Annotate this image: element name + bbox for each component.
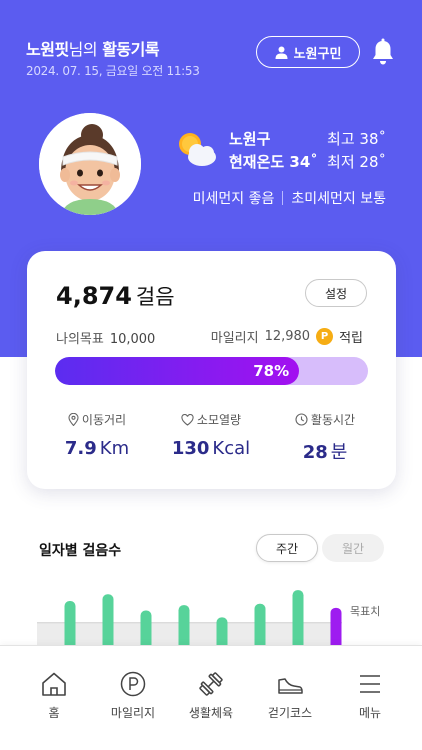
calories-unit: Kcal bbox=[212, 438, 251, 459]
activity-card: 4,874 걸음 설정 나의목표 10,000 마일리지 12,980 P 적립 7… bbox=[27, 251, 396, 489]
ultra-fine-dust-status: 초미세먼지 보통 bbox=[291, 191, 386, 207]
mileage-earn-label: 적립 bbox=[339, 331, 363, 346]
air-quality: 미세먼지 좋음 초미세먼지 보통 bbox=[193, 188, 386, 208]
bottom-navigation: 홈 마일리지 생활체육 걷기코스 메뉴 bbox=[0, 645, 422, 750]
step-count-value: 4,874 bbox=[56, 282, 132, 310]
goal-value: 10,000 bbox=[109, 332, 156, 347]
hamburger-menu-icon bbox=[360, 675, 380, 693]
distance-stat: 이동거리 7.9 Km bbox=[42, 411, 152, 459]
nav-item-label: 메뉴 bbox=[358, 706, 382, 720]
time-value-row: 28 분 bbox=[270, 438, 380, 464]
calories-stat: 소모열량 130 Kcal bbox=[156, 411, 266, 459]
clock-icon bbox=[295, 413, 308, 426]
weather-region: 노원구 bbox=[229, 130, 271, 148]
nav-item-label: 마일리지 bbox=[110, 706, 156, 720]
user-name: 노원핏 bbox=[26, 40, 69, 59]
calories-label: 소모열량 bbox=[196, 413, 242, 427]
divider bbox=[282, 191, 284, 205]
step-count: 4,874 걸음 bbox=[56, 281, 175, 311]
nav-item-menu[interactable]: 메뉴 bbox=[330, 670, 410, 721]
mileage-coin-icon: P bbox=[316, 328, 334, 345]
tab-weekly[interactable]: 주간 bbox=[256, 534, 318, 562]
page-title: 노원핏님의 활동기록 bbox=[26, 36, 160, 60]
nav-item-mileage[interactable]: 마일리지 bbox=[93, 670, 173, 721]
fine-dust-status: 미세먼지 좋음 bbox=[192, 191, 275, 207]
daily-steps-title: 일자별 걸음수 bbox=[39, 543, 122, 559]
weather-low-temp: 최저 28˚ bbox=[327, 153, 386, 171]
member-button-label: 노원구민 bbox=[293, 46, 342, 62]
nav-item-label: 홈 bbox=[48, 706, 60, 720]
time-stat: 활동시간 28 분 bbox=[270, 411, 380, 464]
goal-progress-label: 78% bbox=[253, 362, 290, 380]
weather-current-temp: 현재온도 34˚ bbox=[229, 153, 318, 171]
chart-bar bbox=[178, 605, 190, 650]
goal: 나의목표 10,000 bbox=[56, 328, 155, 347]
member-button[interactable]: 노원구민 bbox=[256, 36, 360, 68]
person-icon bbox=[275, 46, 288, 59]
heart-icon bbox=[181, 413, 194, 426]
nav-item-sports[interactable]: 생활체육 bbox=[171, 670, 251, 721]
distance-value-row: 7.9 Km bbox=[42, 438, 152, 459]
shoe-icon bbox=[278, 678, 303, 694]
time-label-row: 활동시간 bbox=[270, 411, 380, 428]
nav-item-home[interactable]: 홈 bbox=[14, 670, 94, 721]
goal-progress-bar: 78% bbox=[55, 357, 368, 385]
current-datetime: 2024. 07. 15, 금요일 오전 11:53 bbox=[26, 64, 200, 78]
period-toggle: 주간 월간 bbox=[256, 534, 384, 564]
chart-bar-today bbox=[330, 607, 342, 650]
calories-value-row: 130 Kcal bbox=[156, 438, 266, 459]
mileage-label: 마일리지 bbox=[210, 331, 259, 346]
time-value: 28 bbox=[302, 442, 328, 463]
distance-value: 7.9 bbox=[64, 438, 97, 459]
goal-progress-fill: 78% bbox=[55, 357, 300, 385]
distance-unit: Km bbox=[99, 438, 130, 459]
partly-cloudy-icon bbox=[179, 133, 216, 166]
tab-monthly[interactable]: 월간 bbox=[322, 534, 384, 562]
calories-label-row: 소모열량 bbox=[156, 411, 266, 428]
time-unit: 분 bbox=[330, 442, 348, 463]
goal-label: 나의목표 bbox=[56, 332, 104, 347]
avatar bbox=[39, 113, 141, 215]
distance-label-row: 이동거리 bbox=[42, 411, 152, 428]
settings-button[interactable]: 설정 bbox=[305, 279, 367, 307]
chart-bar bbox=[64, 601, 76, 650]
goal-line-label: 목표치 bbox=[350, 605, 380, 618]
bell-icon[interactable] bbox=[371, 38, 395, 66]
nav-item-label: 걷기코스 bbox=[267, 706, 313, 720]
chart-bar bbox=[254, 603, 266, 650]
dumbbell-icon bbox=[199, 672, 223, 696]
weather-high-temp: 최고 38˚ bbox=[327, 130, 386, 148]
mileage-value: 12,980 bbox=[264, 329, 311, 344]
nav-item-label: 생활체육 bbox=[188, 706, 234, 720]
chart-bar bbox=[102, 594, 114, 650]
step-count-unit: 걸음 bbox=[135, 285, 175, 309]
nav-item-walking-course[interactable]: 걷기코스 bbox=[250, 670, 330, 721]
mileage-p-icon bbox=[120, 671, 146, 697]
chart-bar bbox=[292, 590, 304, 650]
mileage: 마일리지 12,980 P 적립 bbox=[211, 327, 363, 346]
time-label: 활동시간 bbox=[310, 413, 356, 427]
avatar-character-icon bbox=[39, 113, 141, 215]
title-rest: 활동기록 bbox=[97, 40, 160, 59]
calories-value: 130 bbox=[171, 438, 210, 459]
daily-steps-chart: 목표치 bbox=[37, 590, 380, 650]
home-icon bbox=[42, 672, 66, 696]
distance-label: 이동거리 bbox=[81, 413, 127, 427]
user-suffix: 님의 bbox=[68, 40, 98, 59]
location-pin-icon bbox=[68, 413, 79, 426]
